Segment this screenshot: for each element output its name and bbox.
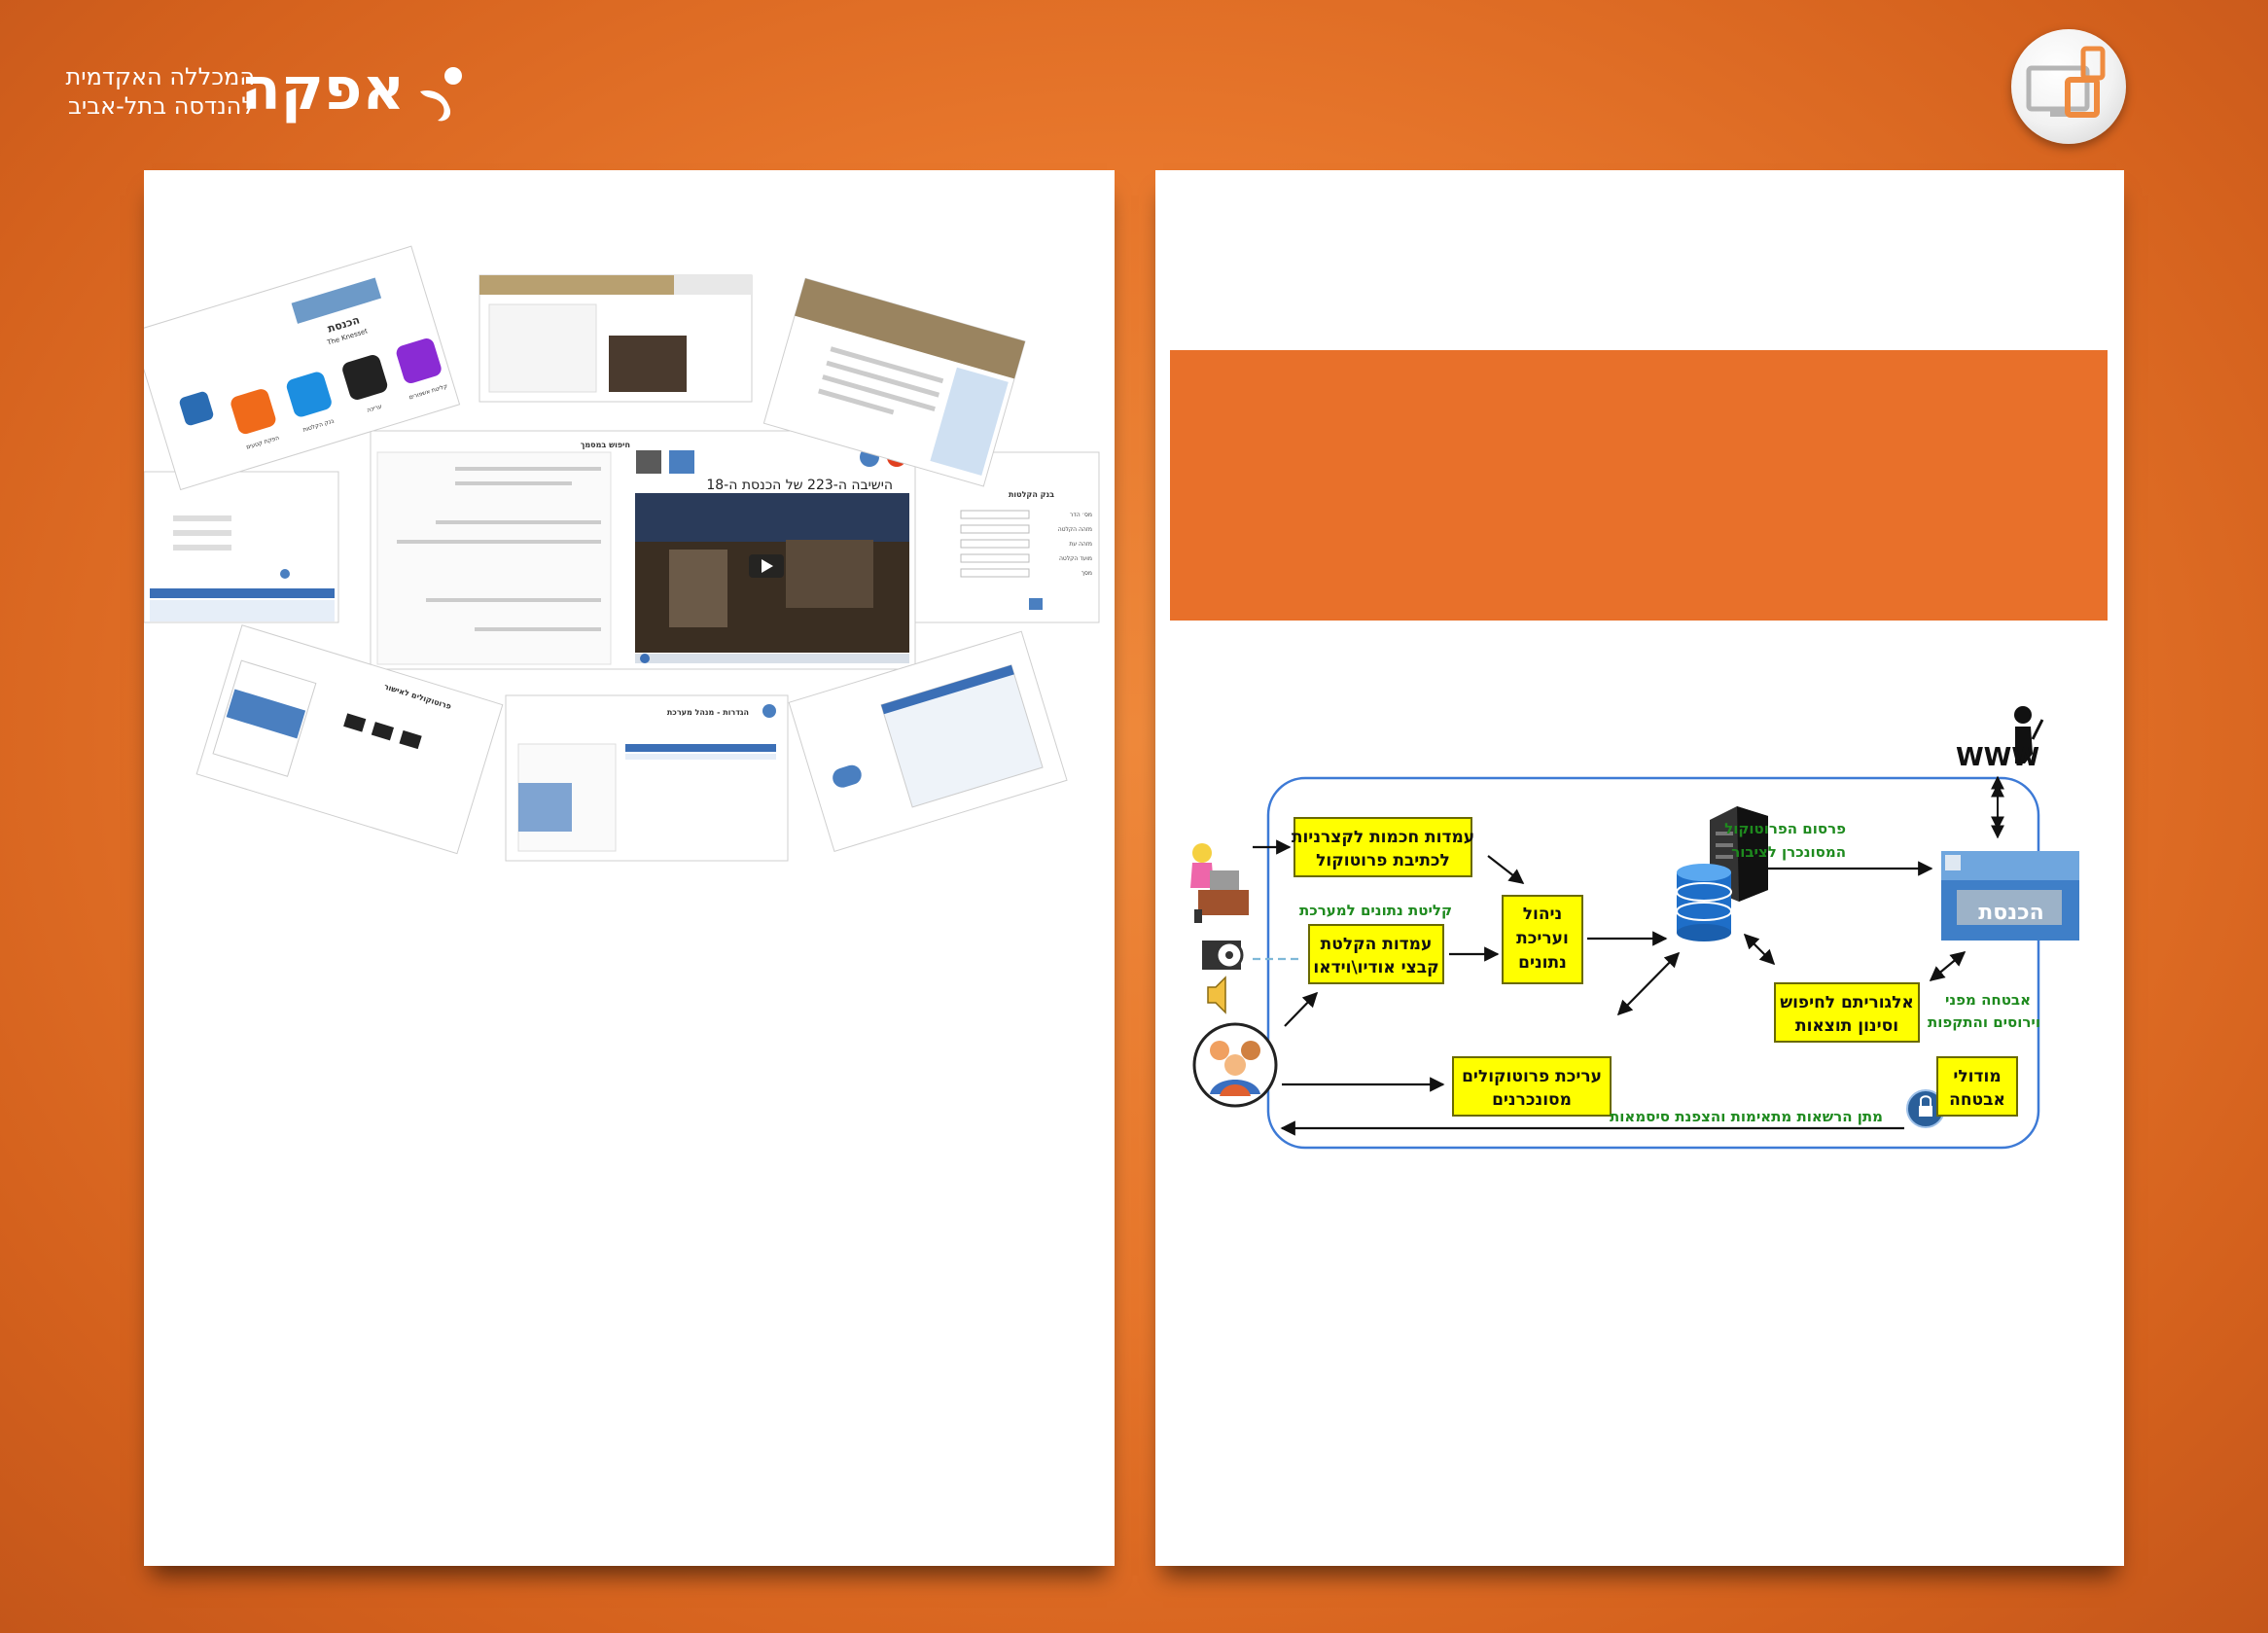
- settings-manager-card: הגדרות - מנהל מערכת: [505, 694, 789, 862]
- logo-subtitle-line2: להנדסה בתל-אביב: [67, 92, 255, 120]
- devices-icon: [2026, 46, 2106, 118]
- box-editing-line1: עריכת פרוטוקולים: [1462, 1067, 1602, 1086]
- video-protocol-card: חיפוש במסמך הישיבה ה-223 של הכנסת ה-18: [370, 430, 916, 670]
- box-recording-line1: עמדות הקלטת: [1321, 935, 1433, 954]
- www-label: WWW: [1956, 743, 2039, 772]
- label-protection-line1: אבטחה מפני: [1945, 991, 2031, 1009]
- devices-badge: [2011, 29, 2126, 144]
- database-icon: [1676, 864, 1732, 941]
- label-protection-line2: וירוסים והתקפות: [1928, 1013, 2040, 1031]
- label-publish-line1: פרסום הפרוטוקול: [1724, 820, 1846, 837]
- logo-name: אפקה: [240, 55, 405, 124]
- video-title: הישיבה ה-223 של הכנסת ה-18: [706, 478, 893, 493]
- bank-recordings-card: בנק הקלטות מס׳ הדר מזהה הקלטה מזהה עת מו…: [908, 451, 1100, 623]
- video-reel-icon: [1202, 941, 1244, 970]
- bank-field: מועד הקלטה: [1059, 555, 1092, 562]
- label-publish-line2: המסונכרן לציבור: [1731, 843, 1846, 861]
- box-editing-line2: מסונכרנים: [1492, 1090, 1572, 1110]
- bank-field: מס׳ הדר: [1070, 512, 1092, 518]
- box-algorithm-line2: וסינון תוצאות: [1795, 1016, 1898, 1036]
- box-security-line1: מודולי: [1953, 1067, 2001, 1086]
- system-diagram-panel: WWW הכנסת עמדות חכמות לקצרניות לכתיבת פר…: [1155, 170, 2124, 1566]
- box-management-line1: ניהול: [1523, 905, 1563, 924]
- architecture-diagram: WWW הכנסת עמדות חכמות לקצרניות לכתיבת פר…: [1190, 706, 2079, 1150]
- portal-label: הכנסת: [1978, 901, 2044, 925]
- screenshot-collage: בנק הקלטות מס׳ הדר מזהה הקלטה מזהה עת מו…: [131, 245, 1100, 862]
- settings-title: הגדרות - מנהל מערכת: [667, 708, 749, 717]
- logo-subtitle-line1: המכללה האקדמית: [65, 63, 255, 90]
- afeka-logo: אפקה המכללה האקדמית להנדסה בתל-אביב: [65, 54, 467, 132]
- box-workstations: עמדות חכמות לקצרניות לכתיבת פרוטוקול: [1292, 817, 1474, 877]
- label-intake: קליטת נתונים למערכת: [1299, 902, 1452, 919]
- typist-icon: [1190, 843, 1249, 923]
- box-management-line3: נתונים: [1518, 953, 1567, 973]
- logo-subtitle: המכללה האקדמית להנדסה בתל-אביב: [65, 62, 255, 121]
- box-algorithm-line1: אלגוריתם לחיפוש: [1780, 993, 1914, 1012]
- box-workstations-line1: עמדות חכמות לקצרניות: [1292, 828, 1474, 847]
- box-recording: עמדות הקלטת קבצי אודיו\וידאו: [1308, 924, 1444, 984]
- bank-title: בנק הקלטות: [1009, 490, 1054, 499]
- box-management: ניהול ועריכת נתונים: [1502, 895, 1583, 984]
- box-security-line2: אבטחה: [1949, 1090, 2005, 1110]
- label-permissions: מתן הרשאות מתאימות והצפנת סיסמאות: [1610, 1108, 1883, 1125]
- speaker-icon: [1207, 976, 1226, 1014]
- box-management-line2: ועריכת: [1516, 929, 1569, 948]
- protocols-list-card: [143, 471, 339, 623]
- box-workstations-line2: לכתיבת פרוטוקול: [1316, 851, 1450, 870]
- box-recording-line2: קבצי אודיו\וידאו: [1313, 958, 1438, 977]
- box-editing: עריכת פרוטוקולים מסונכרנים: [1452, 1056, 1612, 1117]
- www-user-icon: WWW: [1956, 706, 2044, 772]
- bank-field: מזהה עת: [1069, 541, 1092, 548]
- box-security: מודולי אבטחה: [1936, 1056, 2018, 1117]
- bank-field: מזהה הקלטה: [1058, 526, 1092, 533]
- knesset-portal-image: הכנסת: [1941, 851, 2079, 941]
- bank-field: מסך: [1081, 570, 1092, 577]
- search-in-document-title: חיפוש במסמך: [581, 441, 630, 449]
- box-algorithm: אלגוריתם לחיפוש וסינון תוצאות: [1774, 982, 1920, 1043]
- knesset-site-card: [478, 274, 753, 403]
- screenshots-panel: בנק הקלטות מס׳ הדר מזהה הקלטה מזהה עת מו…: [131, 170, 1115, 1566]
- users-group-icon: [1192, 1022, 1278, 1108]
- afeka-logo-mark-icon: [420, 67, 462, 122]
